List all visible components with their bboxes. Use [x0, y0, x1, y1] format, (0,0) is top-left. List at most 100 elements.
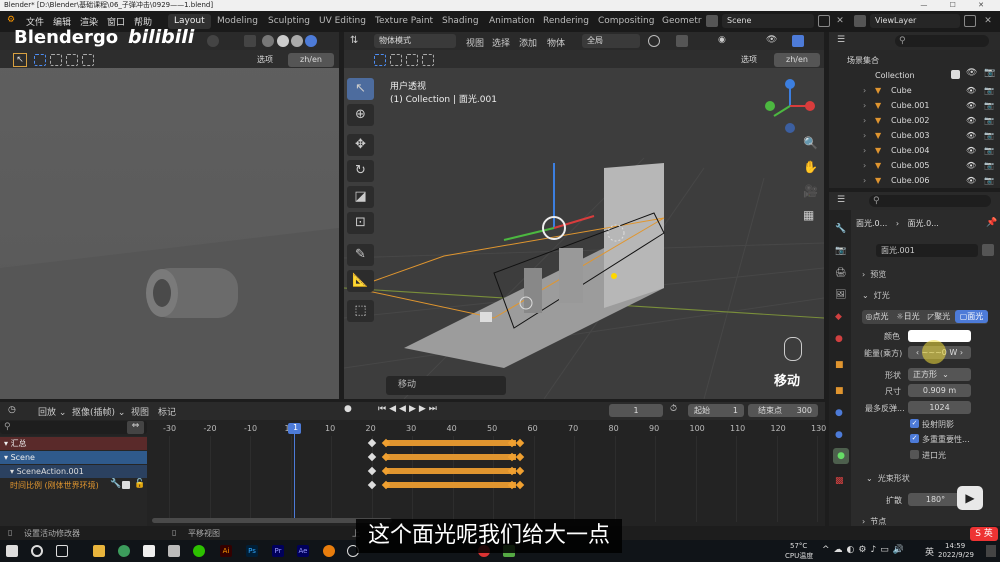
view-layer-props-icon[interactable]: 🖼: [835, 290, 846, 300]
snap-icon[interactable]: [676, 35, 688, 47]
constraint-props-icon[interactable]: ●: [835, 430, 843, 440]
viewlayer-icon[interactable]: [854, 15, 866, 27]
visibility-eye-icon[interactable]: 👁: [966, 98, 976, 113]
viewport-shading-icon[interactable]: [207, 35, 219, 47]
select-box-icon[interactable]: [374, 54, 386, 66]
system-tray-icons[interactable]: ^☁◐⚙♪▭🔊: [822, 545, 908, 555]
after-effects-icon[interactable]: Ae: [297, 545, 309, 557]
color-swatch[interactable]: [908, 330, 971, 342]
multi-importance-checkbox[interactable]: ✓: [910, 434, 919, 443]
expand-arrow-icon[interactable]: ›: [863, 98, 866, 113]
navigation-gizmo[interactable]: [762, 78, 818, 134]
record-icon[interactable]: ●: [344, 404, 352, 414]
right-options-menu[interactable]: 选项: [736, 53, 762, 67]
channel-checkbox[interactable]: [122, 481, 130, 489]
keying-menu[interactable]: 抠像(插帧) ⌄: [72, 405, 125, 418]
tab-texture-paint[interactable]: Texture Paint: [369, 14, 439, 29]
solid-shading-icon[interactable]: [277, 35, 289, 47]
timeline-type-icon[interactable]: ◷: [8, 405, 20, 417]
video-play-icon[interactable]: ▶: [957, 486, 983, 510]
spread-field[interactable]: 180°: [908, 493, 963, 506]
collection-render-icon[interactable]: 📷: [984, 68, 995, 78]
select-box-icon[interactable]: [34, 54, 46, 66]
measure-tool[interactable]: 📐: [347, 270, 374, 292]
render-camera-icon[interactable]: 📷: [984, 113, 994, 128]
right-lang-toggle[interactable]: zh/en: [774, 53, 820, 67]
menu-select[interactable]: 选择: [492, 36, 510, 49]
contact-shadow-checkbox[interactable]: [910, 450, 919, 459]
pan-hand-icon[interactable]: ✋: [803, 160, 818, 174]
light-type-sun[interactable]: ☼日光: [893, 310, 923, 323]
section-preview[interactable]: › 预览: [862, 269, 886, 280]
photoshop-icon[interactable]: Ps: [246, 545, 258, 557]
marker-menu[interactable]: 标记: [158, 405, 176, 418]
clock-time[interactable]: 14:59: [945, 542, 965, 550]
frame-end-field[interactable]: 结束点 300: [748, 404, 818, 417]
channel-summary[interactable]: ▾ 汇总: [0, 437, 147, 450]
playback-controls[interactable]: ⏮◀◀▶▶⏭: [378, 404, 440, 414]
outliner-scene-collection[interactable]: 场景集合: [829, 53, 1000, 68]
expand-arrow-icon[interactable]: ›: [863, 158, 866, 173]
visibility-eye-icon[interactable]: 👁: [966, 158, 976, 173]
render-camera-icon[interactable]: 📷: [984, 158, 994, 173]
file-explorer-icon[interactable]: [93, 545, 105, 557]
delete-scene-icon[interactable]: ✕: [834, 15, 846, 27]
scene-selector[interactable]: Scene: [722, 14, 814, 28]
transform-orientation-dropdown[interactable]: 全局: [582, 34, 640, 48]
preview-range-icon[interactable]: ⏱: [670, 404, 677, 414]
shape-dropdown[interactable]: 正方形 ⌄: [908, 368, 971, 381]
expand-arrow-icon[interactable]: ›: [863, 128, 866, 143]
tab-geometry[interactable]: Geometr: [656, 14, 708, 29]
select-subtract-icon[interactable]: [406, 54, 418, 66]
tab-shading[interactable]: Shading: [436, 14, 485, 29]
light-type-area[interactable]: ▢面光: [955, 310, 988, 323]
render-camera-icon[interactable]: 📷: [984, 98, 994, 113]
select-tool[interactable]: ↖: [347, 78, 374, 100]
outliner-item[interactable]: › ▼ Cube.002 👁 📷: [829, 113, 1000, 128]
properties-search-field[interactable]: ⚲: [869, 195, 991, 207]
notification-icon[interactable]: [986, 545, 996, 557]
channel-lock-icon[interactable]: 🔓: [134, 479, 145, 489]
render-props-icon[interactable]: 📷: [835, 246, 846, 256]
transform-tool[interactable]: ⊡: [347, 212, 374, 234]
frame-start-field[interactable]: 起始 1: [688, 404, 744, 417]
annotate-tool[interactable]: ✎: [347, 244, 374, 266]
scene-props-icon[interactable]: ◆: [835, 312, 842, 322]
3d-viewport[interactable]: 选项 zh/en 用户透视 (1) Collection | 面光.001 🔍 …: [344, 50, 824, 399]
select-cursor-icon[interactable]: ↖: [13, 53, 27, 67]
cast-shadow-checkbox[interactable]: ✓: [910, 419, 919, 428]
menu-add[interactable]: 添加: [519, 36, 537, 49]
notion-icon[interactable]: [143, 545, 155, 557]
collection-checkbox[interactable]: [951, 70, 960, 79]
object-mode-dropdown[interactable]: 物体模式: [374, 34, 456, 48]
chrome-icon[interactable]: [118, 545, 130, 557]
rendered-shading-icon[interactable]: [305, 35, 317, 47]
render-camera-icon[interactable]: 📷: [984, 173, 994, 188]
expand-arrow-icon[interactable]: ›: [863, 83, 866, 98]
select-subtract-icon[interactable]: [66, 54, 78, 66]
delete-viewlayer-icon[interactable]: ✕: [982, 15, 994, 27]
light-type-spot[interactable]: ◸聚光: [924, 310, 954, 323]
visibility-eye-icon[interactable]: 👁: [966, 143, 976, 158]
tab-rendering[interactable]: Rendering: [537, 14, 595, 29]
visibility-eye-icon[interactable]: 👁: [966, 128, 976, 143]
viewlayer-selector[interactable]: ViewLayer: [870, 14, 960, 28]
select-intersect-icon[interactable]: [422, 54, 434, 66]
section-light[interactable]: ⌄ 灯光: [862, 290, 890, 301]
expand-arrow-icon[interactable]: ›: [863, 143, 866, 158]
tab-modeling[interactable]: Modeling: [211, 14, 264, 29]
channel-wrench-icon[interactable]: 🔧: [110, 479, 121, 489]
section-beam-shape[interactable]: ⌄ 光束形状: [866, 473, 910, 484]
left-render-viewport[interactable]: ↖ 选项 zh/en: [0, 50, 339, 399]
windows-start-icon[interactable]: [6, 545, 18, 557]
light-type-point[interactable]: ◎点光: [862, 310, 892, 323]
pivot-icon[interactable]: [648, 35, 660, 47]
channel-scene[interactable]: ▾ Scene: [0, 451, 147, 464]
move-tool[interactable]: ✥: [347, 134, 374, 156]
wechat-icon[interactable]: [193, 545, 205, 557]
search-icon[interactable]: [31, 545, 43, 557]
visibility-eye-icon[interactable]: 👁: [966, 113, 976, 128]
render-camera-icon[interactable]: 📷: [984, 83, 994, 98]
material-shading-icon[interactable]: [291, 35, 303, 47]
add-cube-tool[interactable]: ⬚: [347, 300, 374, 322]
